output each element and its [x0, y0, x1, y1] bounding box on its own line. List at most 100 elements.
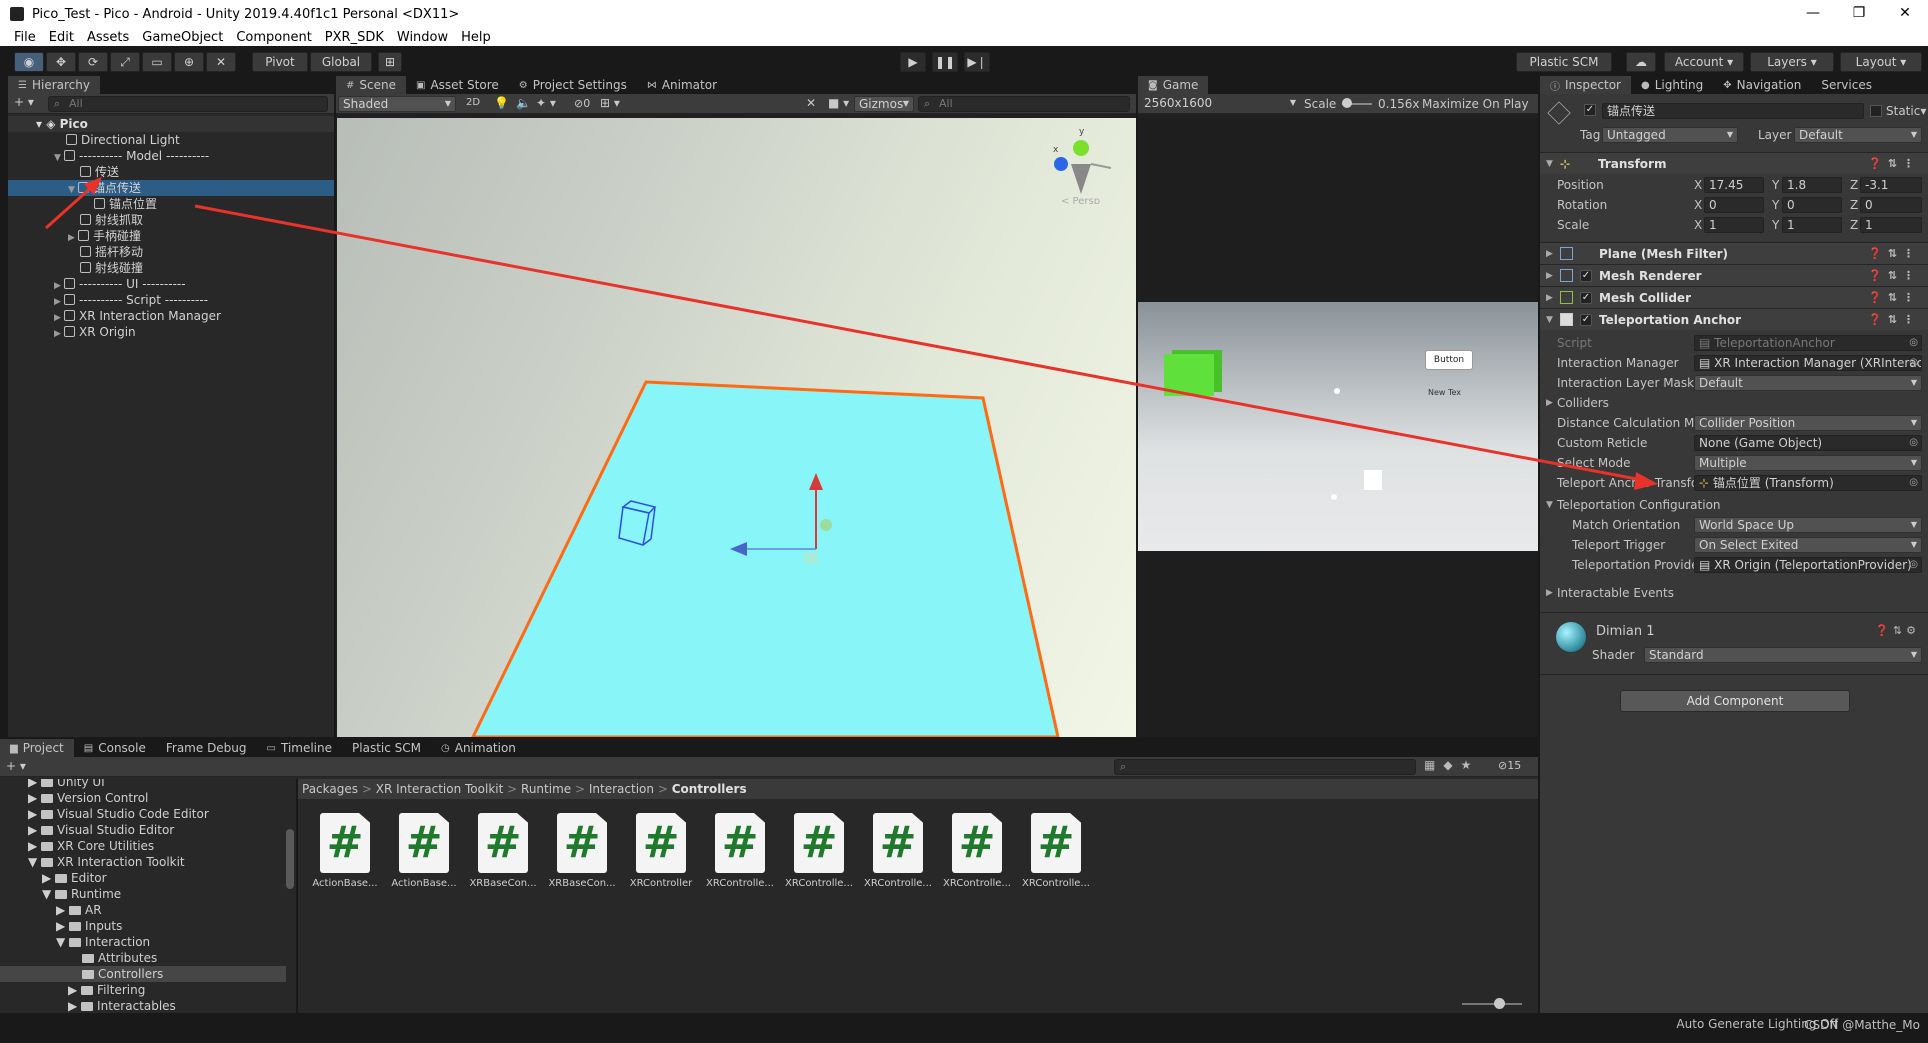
select-mode-dropdown[interactable]: Multiple ▼: [1694, 455, 1922, 471]
component-menu-icons[interactable]: ❓⇅⋮: [1868, 243, 1920, 265]
target-icon[interactable]: ◎: [1909, 436, 1918, 450]
step-button[interactable]: ▶❘: [964, 52, 990, 72]
list-item-selected[interactable]: ▼ 锚点传送: [8, 180, 334, 196]
list-item[interactable]: 锚点位置: [94, 196, 157, 212]
lighting-toggle-icon[interactable]: 💡: [494, 96, 509, 110]
asset-item[interactable]: # XRControlle...: [702, 813, 778, 889]
scale-tool-icon[interactable]: ⤢: [110, 52, 140, 72]
list-item[interactable]: ▶ 手柄碰撞: [68, 228, 141, 244]
cloud-icon[interactable]: ☁: [1626, 52, 1656, 72]
expand-arrow-icon[interactable]: ▶: [68, 230, 78, 246]
list-item[interactable]: Directional Light: [66, 132, 180, 148]
zoom-slider-thumb[interactable]: [1494, 998, 1505, 1009]
pivot-toggle[interactable]: Pivot: [252, 52, 308, 72]
asset-item[interactable]: # XRBaseCon...: [544, 813, 620, 889]
expand-arrow-icon[interactable]: ▼: [54, 150, 64, 166]
resolution-dropdown[interactable]: 2560x1600 ▼: [1140, 96, 1300, 112]
enabled-checkbox[interactable]: ✓: [1580, 292, 1592, 304]
plastic-scm-button[interactable]: Plastic SCM: [1516, 52, 1612, 72]
collapse-arrow-icon[interactable]: ▼: [1546, 309, 1553, 331]
rect-tool-icon[interactable]: ▭: [142, 52, 172, 72]
effects-toggle-icon[interactable]: ✦ ▾: [536, 96, 556, 110]
minimize-button[interactable]: —: [1790, 0, 1836, 28]
expand-arrow-icon[interactable]: ▶: [54, 326, 64, 342]
menu-edit[interactable]: Edit: [49, 30, 74, 45]
target-icon[interactable]: ◎: [1909, 476, 1918, 490]
collapse-arrow-icon[interactable]: ▼: [1546, 153, 1553, 175]
tab-services[interactable]: Services: [1811, 76, 1882, 94]
teleport-trigger-dropdown[interactable]: On Select Exited ▼: [1694, 537, 1922, 553]
collapse-arrow-icon[interactable]: ▼: [1546, 496, 1553, 514]
rotation-x-field[interactable]: 0: [1704, 197, 1764, 213]
filter-icons[interactable]: ▦◆★: [1424, 758, 1479, 772]
shading-mode-dropdown[interactable]: Shaded ▼: [338, 96, 456, 112]
audio-toggle-icon[interactable]: 🔈: [516, 96, 531, 110]
rotate-tool-icon[interactable]: ⟳: [78, 52, 108, 72]
tree-item[interactable]: ▶ Interactables: [68, 998, 176, 1013]
list-item[interactable]: ▶ ---------- UI ----------: [54, 276, 186, 292]
tree-item[interactable]: ▶ Unity UI: [28, 779, 105, 790]
tree-item-selected[interactable]: Controllers: [0, 966, 286, 982]
layer-mask-dropdown[interactable]: Default ▼: [1694, 375, 1922, 391]
target-icon[interactable]: ◎: [1909, 356, 1918, 370]
tree-item[interactable]: ▶ Visual Studio Code Editor: [28, 806, 209, 822]
enabled-checkbox[interactable]: ✓: [1580, 270, 1592, 282]
position-x-field[interactable]: 17.45: [1704, 177, 1764, 193]
grid-snap-icon[interactable]: ⊞: [378, 52, 402, 72]
menu-window[interactable]: Window: [397, 30, 448, 45]
breadcrumb-item[interactable]: Packages: [302, 782, 358, 796]
interaction-manager-field[interactable]: ▤ XR Interaction Manager (XRInterac ◎: [1694, 355, 1922, 371]
play-button[interactable]: ▶: [900, 52, 926, 72]
custom-reticle-field[interactable]: None (Game Object) ◎: [1694, 435, 1922, 451]
scene-search-input[interactable]: ⌕ All: [918, 96, 1130, 112]
menu-gameobject[interactable]: GameObject: [142, 30, 223, 45]
scene-root-row[interactable]: ▾ ◈ Pico: [8, 116, 334, 132]
menu-file[interactable]: File: [14, 30, 36, 45]
list-item[interactable]: 射线碰撞: [80, 260, 143, 276]
hidden-objects-count[interactable]: ⊘0: [574, 97, 590, 110]
transform-tool-icon[interactable]: ⊕: [174, 52, 204, 72]
expand-arrow-icon[interactable]: ▶: [1546, 287, 1553, 309]
tree-scrollbar[interactable]: [286, 829, 294, 889]
scale-y-field[interactable]: 1: [1782, 217, 1842, 233]
teleport-config-row[interactable]: ▼ Teleportation Configuration: [1540, 496, 1928, 514]
move-tool-icon[interactable]: ✥: [46, 52, 76, 72]
project-search-input[interactable]: ⌕: [1114, 759, 1416, 775]
target-icon[interactable]: ◎: [1909, 558, 1918, 572]
hidden-packages-count[interactable]: ⊘15: [1498, 759, 1521, 772]
static-dropdown[interactable]: Static▾: [1886, 104, 1926, 118]
breadcrumb-current[interactable]: Controllers: [672, 782, 747, 796]
list-item[interactable]: 传送: [80, 164, 119, 180]
tab-scene[interactable]: # Scene: [336, 76, 406, 94]
tree-item[interactable]: ▶ Version Control: [28, 790, 148, 806]
position-y-field[interactable]: 1.8: [1782, 177, 1842, 193]
menu-component[interactable]: Component: [236, 30, 311, 45]
interactable-events-row[interactable]: ▶ Interactable Events: [1540, 584, 1928, 602]
account-dropdown[interactable]: Account ▾: [1664, 52, 1744, 72]
distance-calc-dropdown[interactable]: Collider Position ▼: [1694, 415, 1922, 431]
component-menu-icons[interactable]: ❓⇅⋮: [1868, 309, 1920, 331]
transform-header[interactable]: ▼ ⊹ Transform ❓⇅⋮: [1540, 152, 1928, 174]
tree-item[interactable]: ▶ Visual Studio Editor: [28, 822, 174, 838]
tree-item[interactable]: ▼ Runtime: [42, 886, 121, 902]
maximize-button[interactable]: ❐: [1836, 0, 1882, 28]
shader-dropdown[interactable]: Standard ▼: [1644, 647, 1922, 663]
object-name-field[interactable]: 锚点传送: [1602, 103, 1864, 119]
rotation-y-field[interactable]: 0: [1782, 197, 1842, 213]
mesh-renderer-header[interactable]: ▶ ✓ Mesh Renderer ❓⇅⋮: [1540, 264, 1928, 286]
static-checkbox[interactable]: [1870, 105, 1882, 117]
expand-arrow-icon[interactable]: ▶: [1546, 394, 1553, 412]
tab-hierarchy[interactable]: ☰ Hierarchy: [8, 76, 100, 94]
asset-item[interactable]: # ActionBase...: [307, 813, 383, 889]
tab-project-settings[interactable]: ⚙ Project Settings: [509, 76, 637, 94]
expand-arrow-icon[interactable]: ▶: [1546, 243, 1553, 265]
asset-item[interactable]: # XRController: [623, 813, 699, 889]
menu-pxr-sdk[interactable]: PXR_SDK: [325, 30, 384, 45]
expand-arrow-icon[interactable]: ▼: [68, 182, 78, 198]
list-item[interactable]: 摇杆移动: [80, 244, 143, 260]
tab-console[interactable]: ▤ Console: [74, 739, 156, 757]
splitter[interactable]: [296, 779, 298, 1013]
tree-item[interactable]: Attributes: [82, 950, 157, 966]
tree-item[interactable]: ▶ AR: [56, 902, 102, 918]
close-button[interactable]: ✕: [1882, 0, 1928, 28]
